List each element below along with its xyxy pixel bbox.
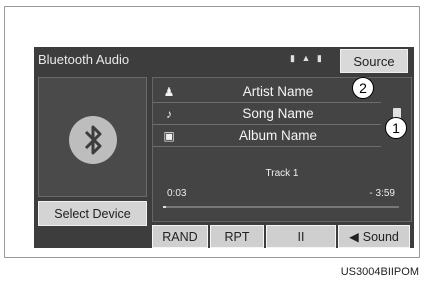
artist-row: ♟ Artist Name: [153, 82, 381, 103]
artist-name: Artist Name: [242, 84, 314, 99]
album-icon: ▣: [163, 129, 175, 143]
bluetooth-audio-screen: Bluetooth Audio ▮ ▲ ▮ Source Select Devi…: [34, 47, 414, 248]
song-row: ♪ Song Name: [153, 104, 381, 125]
select-device-button[interactable]: Select Device: [38, 201, 147, 226]
speaker-icon: ◀: [349, 230, 359, 244]
album-name: Album Name: [238, 128, 318, 143]
remaining-time: - 3:59: [369, 188, 395, 199]
screen-title: Bluetooth Audio: [38, 52, 130, 67]
bluetooth-status-icon: ▮: [290, 53, 297, 63]
figure-code: US3004BIIPOM: [340, 266, 419, 278]
song-name: Song Name: [242, 106, 314, 121]
music-note-icon: ♪: [166, 107, 172, 121]
pause-button[interactable]: II: [266, 225, 336, 248]
sound-button[interactable]: ◀ Sound: [338, 225, 410, 248]
progress-bar[interactable]: [163, 206, 399, 208]
album-row: ▣ Album Name: [153, 126, 381, 147]
signal-icon: ▲: [301, 53, 313, 63]
track-info-panel: ♟ Artist Name ♪ Song Name ▣ Album Name T…: [152, 77, 412, 222]
elapsed-time: 0:03: [167, 188, 187, 199]
source-button[interactable]: Source: [340, 49, 408, 73]
rand-button[interactable]: RAND: [152, 225, 208, 248]
callout-2: 2: [352, 77, 374, 99]
callout-1: 1: [385, 117, 407, 139]
sound-label: Sound: [362, 229, 399, 244]
rpt-button[interactable]: RPT: [210, 225, 264, 248]
bluetooth-device-panel: [38, 77, 147, 197]
bluetooth-logo-icon: [69, 116, 117, 164]
progress-fill: [163, 206, 167, 208]
battery-icon: ▮: [316, 53, 324, 63]
artist-icon: ♟: [163, 85, 175, 99]
track-number: Track 1: [265, 168, 299, 179]
status-icons: ▮ ▲ ▮: [290, 53, 324, 64]
